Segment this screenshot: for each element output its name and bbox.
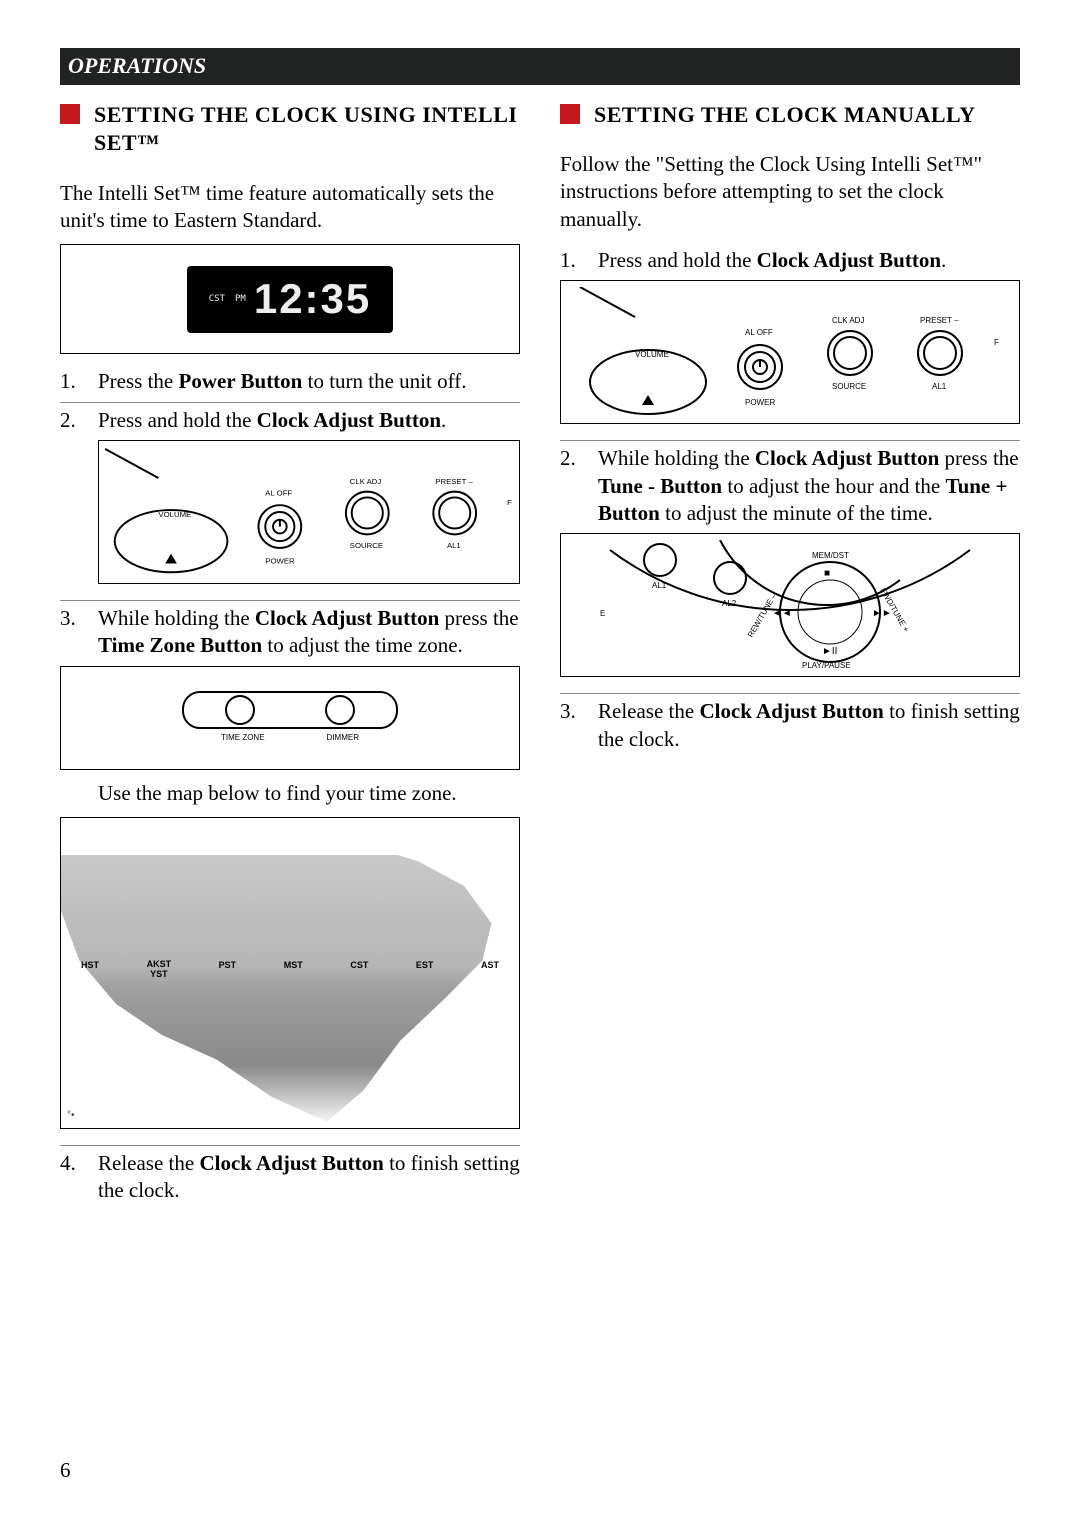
svg-text:SOURCE: SOURCE xyxy=(832,382,866,391)
svg-text:AL2: AL2 xyxy=(722,599,737,608)
dimmer-knob xyxy=(325,695,355,725)
clock-time: 12:35 xyxy=(254,272,371,327)
step-r3: Release the Clock Adjust Button to finis… xyxy=(598,698,1020,753)
heading-left: SETTING THE CLOCK USING INTELLI SET™ xyxy=(94,101,520,158)
label-dimmer: DIMMER xyxy=(327,733,359,743)
left-column: SETTING THE CLOCK USING INTELLI SET™ The… xyxy=(60,101,520,1211)
svg-text:POWER: POWER xyxy=(745,398,775,407)
map-note: Use the map below to find your time zone… xyxy=(98,780,520,807)
svg-text:PLAY/PAUSE: PLAY/PAUSE xyxy=(802,661,851,670)
step-r2: While holding the Clock Adjust Button pr… xyxy=(598,445,1020,687)
intro-left: The Intelli Set™ time feature automatica… xyxy=(60,180,520,235)
tz-est: EST xyxy=(416,960,434,980)
svg-text:F: F xyxy=(507,498,512,507)
svg-text:AL1: AL1 xyxy=(447,541,461,550)
intro-right: Follow the "Setting the Clock Using Inte… xyxy=(560,151,1020,233)
svg-text:AL OFF: AL OFF xyxy=(745,328,773,337)
heading-right: SETTING THE CLOCK MANUALLY xyxy=(594,101,976,130)
step-r1: Press and hold the Clock Adjust Button. … xyxy=(598,247,1020,434)
tz-hst: HST xyxy=(81,960,99,980)
svg-text:F: F xyxy=(994,338,999,347)
tz-mst: MST xyxy=(284,960,303,980)
svg-text:POWER: POWER xyxy=(265,556,295,565)
bullet-icon xyxy=(560,104,580,124)
svg-text:AL OFF: AL OFF xyxy=(265,488,292,497)
figure-timezone-map: HST AKST YST PST MST CST EST AST °• xyxy=(60,817,520,1129)
bullet-icon xyxy=(60,104,80,124)
svg-text:►►: ►► xyxy=(872,608,892,619)
section-header: OPERATIONS xyxy=(60,48,1020,85)
svg-text:►II: ►II xyxy=(822,646,837,657)
steps-left: Press the Power Button to turn the unit … xyxy=(60,364,520,1210)
figure-tune-controls: AL1 AL2 MEM/DST ■ ◄◄ ►► ►II REW/TUNE – xyxy=(560,533,1020,677)
clock-ampm: PM xyxy=(235,294,246,306)
svg-text:AL1: AL1 xyxy=(932,382,947,391)
svg-text:■: ■ xyxy=(824,568,830,579)
step-4: Release the Clock Adjust Button to finis… xyxy=(98,1150,520,1205)
tz-cst: CST xyxy=(350,960,368,980)
timezone-knob xyxy=(225,695,255,725)
right-column: SETTING THE CLOCK MANUALLY Follow the "S… xyxy=(560,101,1020,1211)
step-3: While holding the Clock Adjust Button pr… xyxy=(98,605,520,1139)
tz-pst: PST xyxy=(219,960,237,980)
clock-tz: CST xyxy=(209,294,225,306)
steps-right: Press and hold the Clock Adjust Button. … xyxy=(560,243,1020,759)
svg-text:SOURCE: SOURCE xyxy=(350,541,383,550)
figure-timezone-dimmer: TIME ZONE DIMMER xyxy=(60,666,520,770)
label-volume: VOLUME xyxy=(158,510,191,519)
svg-text:CLK ADJ: CLK ADJ xyxy=(350,477,382,486)
svg-text:CLK ADJ: CLK ADJ xyxy=(832,316,864,325)
tz-ast: AST xyxy=(481,960,499,980)
step-2: Press and hold the Clock Adjust Button. … xyxy=(98,407,520,594)
figure-clock-display: CST PM 12:35 xyxy=(60,244,520,354)
svg-text:MEM/DST: MEM/DST xyxy=(812,551,849,560)
tz-akst-yst: AKST YST xyxy=(147,960,172,980)
svg-text:◄◄: ◄◄ xyxy=(772,608,792,619)
step-1: Press the Power Button to turn the unit … xyxy=(98,368,520,395)
svg-text:E: E xyxy=(600,609,605,618)
svg-text:AL1: AL1 xyxy=(652,581,667,590)
page-number: 6 xyxy=(60,1457,71,1484)
figure-control-panel-right: VOLUME AL OFF POWER CLK ADJ SOURCE xyxy=(560,280,1020,424)
label-time-zone: TIME ZONE xyxy=(221,733,265,743)
svg-text:VOLUME: VOLUME xyxy=(635,350,669,359)
svg-text:PRESET –: PRESET – xyxy=(435,477,473,486)
svg-text:PRESET –: PRESET – xyxy=(920,316,959,325)
figure-control-panel-left: VOLUME AL OFF POWER CLK ADJ xyxy=(98,440,520,584)
